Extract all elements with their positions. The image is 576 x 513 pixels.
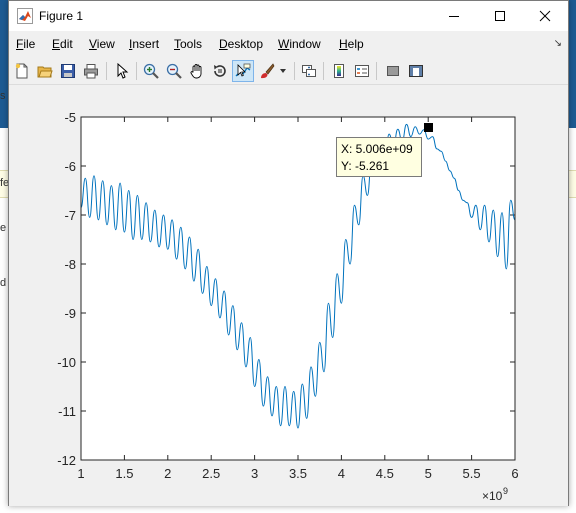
x-exponent-power: 9: [503, 486, 508, 496]
x-tick-label: 5.5: [463, 466, 481, 481]
y-tick-label: -8: [64, 257, 76, 272]
datatip-marker[interactable]: [424, 123, 433, 132]
x-tick-label: 2: [164, 466, 171, 481]
y-tick-label: -9: [64, 306, 76, 321]
x-tick-label: 2.5: [202, 466, 220, 481]
datatip[interactable]: X: 5.006e+09 Y: -5.261: [336, 137, 422, 177]
x-tick-label: 1.5: [115, 466, 133, 481]
datatip-y: Y: -5.261: [341, 159, 390, 173]
y-tick-label: -10: [57, 355, 76, 370]
x-tick-label: 4: [338, 466, 345, 481]
x-tick-label: 3: [251, 466, 258, 481]
y-tick-label: -11: [58, 404, 76, 419]
x-tick-label: 4.5: [376, 466, 394, 481]
x-exponent-base: ×10: [482, 489, 503, 503]
x-tick-label: 3.5: [289, 466, 307, 481]
y-tick-label: -5: [64, 110, 76, 125]
line-plot[interactable]: 1 1.5 2 2.5 3 3.5 4 4.5 5 5.5 6 -5 -6 -7 -8 -9 -10 -11 -12…: [0, 0, 576, 513]
x-tick-label: 6: [511, 466, 518, 481]
y-tick-label: -12: [57, 453, 76, 468]
x-exponent-label: ×10 9: [482, 486, 508, 503]
datatip-x: X: 5.006e+09: [341, 142, 413, 156]
x-tick-label: 5: [425, 466, 432, 481]
y-tick-label: -7: [64, 208, 76, 223]
y-tick-label: -6: [64, 159, 76, 174]
axes-background[interactable]: [81, 117, 515, 460]
x-tick-label: 1: [77, 466, 84, 481]
